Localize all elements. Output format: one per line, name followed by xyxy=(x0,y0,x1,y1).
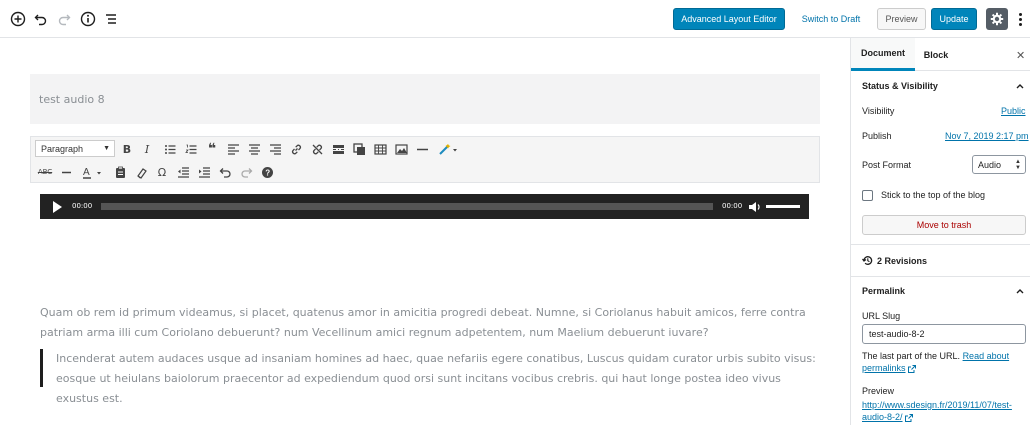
post-title[interactable]: test audio 8 xyxy=(39,93,105,106)
update-button[interactable]: Update xyxy=(931,8,977,30)
tab-block[interactable]: Block xyxy=(915,38,957,71)
add-block-icon[interactable] xyxy=(8,9,28,29)
bold-icon[interactable]: B xyxy=(119,141,135,157)
special-character-icon[interactable]: Ω xyxy=(154,164,170,180)
audio-current-time: 00:00 xyxy=(72,202,93,210)
divider xyxy=(851,244,1030,245)
svg-text:?: ? xyxy=(265,168,270,177)
quote-text[interactable]: Incenderat autem audaces usque ad insani… xyxy=(56,349,816,409)
bullet-list-icon[interactable] xyxy=(162,141,178,157)
align-left-icon[interactable] xyxy=(225,141,241,157)
revisions-link[interactable]: 2 Revisions xyxy=(877,256,927,266)
play-icon[interactable] xyxy=(53,201,62,213)
url-slug-value: test-audio-8-2 xyxy=(869,329,925,339)
preview-button[interactable]: Preview xyxy=(877,8,926,30)
divider xyxy=(851,276,1030,277)
audio-player: 00:00 00:00 xyxy=(40,194,809,219)
image-icon[interactable] xyxy=(393,141,409,157)
preview-url-container: http://www.sdesign.fr/2019/11/07/test-au… xyxy=(862,399,1026,423)
tab-document[interactable]: Document xyxy=(851,38,915,71)
magic-wand-icon[interactable] xyxy=(435,141,461,157)
chevron-up-icon[interactable] xyxy=(1015,81,1025,91)
permalink-help: The last part of the URL. Read about per… xyxy=(862,350,1026,374)
read-more-icon[interactable] xyxy=(330,141,346,157)
quote-block[interactable]: Incenderat autem audaces usque ad insani… xyxy=(40,349,816,405)
volume-icon[interactable] xyxy=(748,200,762,214)
more-menu-icon[interactable] xyxy=(1015,9,1025,29)
paste-text-icon[interactable] xyxy=(112,164,128,180)
toolbar-redo-icon[interactable] xyxy=(238,164,254,180)
link-icon[interactable] xyxy=(288,141,304,157)
table-icon[interactable] xyxy=(372,141,388,157)
post-format-label: Post Format xyxy=(862,160,912,170)
dash-icon[interactable] xyxy=(58,164,74,180)
clear-formatting-icon[interactable] xyxy=(133,164,149,180)
switch-to-draft-button[interactable]: Switch to Draft xyxy=(797,8,865,30)
external-link-icon xyxy=(907,364,916,373)
preview-label: Preview xyxy=(862,386,895,396)
help-icon[interactable]: ? xyxy=(259,164,275,180)
permalink-title[interactable]: Permalink xyxy=(862,286,905,296)
blockquote-icon[interactable]: ❝ xyxy=(204,141,220,157)
unlink-icon[interactable] xyxy=(309,141,325,157)
chevron-up-icon[interactable] xyxy=(1015,286,1025,296)
move-to-trash-button[interactable]: Move to trash xyxy=(862,215,1026,235)
advanced-layout-editor-button[interactable]: Advanced Layout Editor xyxy=(673,8,785,30)
gear-icon xyxy=(990,12,1004,26)
permalink-help-text: The last part of the URL. xyxy=(862,351,961,361)
select-arrows-icon: ▲ ▼ xyxy=(1015,159,1021,171)
publish-label: Publish xyxy=(862,131,892,141)
close-icon[interactable]: ✕ xyxy=(1016,49,1025,62)
stick-to-top-label[interactable]: Stick to the top of the blog xyxy=(881,190,985,200)
undo-icon[interactable] xyxy=(31,9,51,29)
text-color-icon[interactable]: A xyxy=(79,164,105,180)
format-select-value: Paragraph xyxy=(41,143,84,154)
align-right-icon[interactable] xyxy=(267,141,283,157)
audio-progress-track[interactable] xyxy=(101,203,713,210)
redo-icon[interactable] xyxy=(54,9,74,29)
preview-url-link[interactable]: http://www.sdesign.fr/2019/11/07/test-au… xyxy=(862,400,1012,422)
settings-sidebar: Document Block ✕ Status & Visibility Vis… xyxy=(850,38,1030,425)
stick-to-top-checkbox[interactable] xyxy=(862,190,873,201)
url-slug-input[interactable]: test-audio-8-2 xyxy=(862,324,1026,344)
align-center-icon[interactable] xyxy=(246,141,262,157)
strikethrough-icon[interactable]: ABC xyxy=(37,164,53,180)
svg-text:A: A xyxy=(83,167,90,178)
format-select[interactable]: Paragraph ▼ xyxy=(35,140,115,157)
chevron-down-icon: ▼ xyxy=(103,145,110,152)
outdent-icon[interactable] xyxy=(175,164,191,180)
info-icon[interactable] xyxy=(78,9,98,29)
classic-editor-toolbar: Paragraph ▼ B I ❝ ABC A Ω ? xyxy=(30,136,820,183)
post-title-block[interactable]: test audio 8 xyxy=(30,74,820,124)
sidebar-tabs: Document Block ✕ xyxy=(851,38,1030,71)
editor-header: Advanced Layout Editor Switch to Draft P… xyxy=(0,0,1030,38)
volume-slider[interactable] xyxy=(766,205,800,208)
post-format-value: Audio xyxy=(978,159,1002,170)
publish-date-link[interactable]: Nov 7, 2019 2:17 pm xyxy=(945,131,1029,141)
paragraph-block[interactable]: Quam ob rem id primum videamus, si place… xyxy=(40,303,812,343)
add-media-icon[interactable] xyxy=(351,141,367,157)
revisions-icon xyxy=(862,256,873,265)
visibility-label: Visibility xyxy=(862,106,895,116)
settings-gear-button[interactable] xyxy=(986,8,1008,30)
post-format-select[interactable]: Audio ▲ ▼ xyxy=(972,155,1026,174)
external-link-icon xyxy=(904,413,913,422)
italic-icon[interactable]: I xyxy=(139,141,155,157)
audio-duration: 00:00 xyxy=(722,202,743,210)
visibility-value-link[interactable]: Public xyxy=(1001,106,1026,116)
toolbar-undo-icon[interactable] xyxy=(217,164,233,180)
horizontal-line-icon[interactable] xyxy=(414,141,430,157)
status-visibility-title[interactable]: Status & Visibility xyxy=(862,81,938,91)
block-navigation-icon[interactable] xyxy=(101,9,121,29)
url-slug-label: URL Slug xyxy=(862,311,901,321)
indent-icon[interactable] xyxy=(196,164,212,180)
numbered-list-icon[interactable] xyxy=(183,141,199,157)
